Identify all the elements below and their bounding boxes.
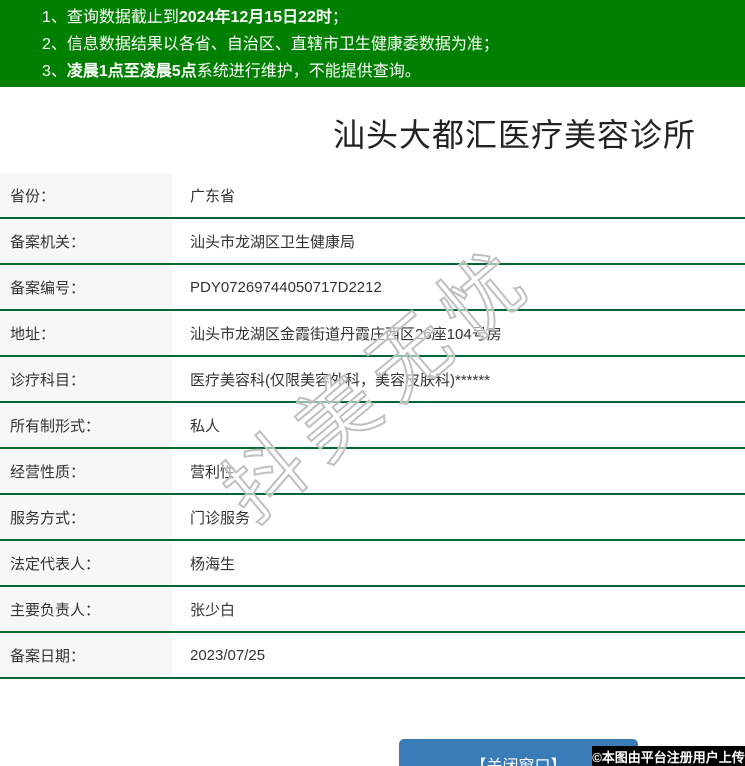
notice-line-3: 3、凌晨1点至凌晨5点系统进行维护，不能提供查询。 (42, 58, 735, 85)
row-label: 省份： (0, 173, 172, 217)
table-row: 主要负责人： 张少白 (0, 587, 745, 633)
row-label: 备案机关： (0, 219, 172, 263)
notice-line-2: 2、信息数据结果以各省、自治区、直辖市卫生健康委数据为准； (42, 31, 735, 58)
row-value: 汕头市龙湖区金霞街道丹霞庄西区26座104号房 (190, 325, 502, 343)
notice-line-2-pre: 2、信息数据结果以各省、自治区、直辖市卫生健康委数据为准； (42, 36, 499, 53)
row-label: 法定代表人： (0, 541, 172, 585)
table-row: 法定代表人： 杨海生 (0, 541, 745, 587)
notice-line-1: 1、查询数据截止到2024年12月15日22时； (42, 4, 735, 31)
table-row: 服务方式： 门诊服务 (0, 495, 745, 541)
table-row: 备案日期： 2023/07/25 (0, 633, 745, 679)
notice-line-3-pre: 3、 (42, 63, 67, 80)
row-value: 2023/07/25 (190, 646, 266, 664)
row-value: 医疗美容科(仅限美容外科，美容皮肤科)****** (190, 371, 491, 389)
record-table: 省份： 广东省 备案机关： 汕头市龙湖区卫生健康局 备案编号： PDY07269… (0, 173, 745, 679)
row-label: 所有制形式： (0, 403, 172, 447)
row-value: 张少白 (190, 601, 236, 619)
notice-banner: 1、查询数据截止到2024年12月15日22时； 2、信息数据结果以各省、自治区… (0, 0, 745, 87)
row-label: 经营性质： (0, 449, 172, 493)
row-label: 备案日期： (0, 633, 172, 677)
table-row: 诊疗科目： 医疗美容科(仅限美容外科，美容皮肤科)****** (0, 357, 745, 403)
notice-line-3-post: 系统进行维护，不能提供查询。 (196, 63, 421, 80)
row-label: 诊疗科目： (0, 357, 172, 401)
uploader-badge: ©本图由平台注册用户上传 (592, 746, 745, 766)
notice-line-1-pre: 1、查询数据截止到 (42, 9, 179, 26)
row-value: 汕头市龙湖区卫生健康局 (190, 233, 356, 251)
row-value: 杨海生 (190, 555, 236, 573)
page-title: 汕头大都汇医疗美容诊所 (332, 117, 696, 153)
row-label: 备案编号： (0, 265, 172, 309)
row-label: 服务方式： (0, 495, 172, 539)
row-label: 地址： (0, 311, 172, 355)
table-row: 省份： 广东省 (0, 173, 745, 219)
notice-line-3-bold: 凌晨1点至凌晨5点 (66, 63, 197, 80)
table-row: 备案机关： 汕头市龙湖区卫生健康局 (0, 219, 745, 265)
row-label: 主要负责人： (0, 587, 172, 631)
table-row: 备案编号： PDY07269744050717D2212 (0, 265, 745, 311)
table-row: 经营性质： 营利性 (0, 449, 745, 495)
row-value: 私人 (190, 417, 221, 435)
row-value: 广东省 (190, 187, 236, 205)
row-value: 营利性 (190, 463, 236, 481)
row-value: PDY07269744050717D2212 (190, 278, 382, 296)
table-row: 所有制形式： 私人 (0, 403, 745, 449)
table-row: 地址： 汕头市龙湖区金霞街道丹霞庄西区26座104号房 (0, 311, 745, 357)
row-value: 门诊服务 (190, 509, 251, 527)
notice-line-1-post: ； (331, 9, 348, 26)
notice-line-1-bold: 2024年12月15日22时 (178, 9, 332, 26)
